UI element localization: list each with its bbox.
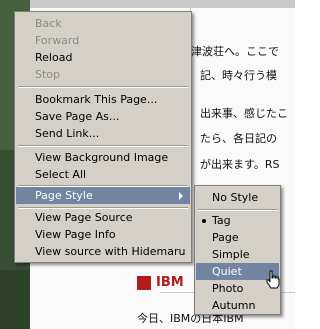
menu-item-page-style-label: Page Style bbox=[35, 189, 93, 202]
submenu-arrow-icon bbox=[179, 192, 183, 200]
submenu-item-page[interactable]: Page bbox=[196, 229, 279, 246]
ibm-heading-text: IBM bbox=[156, 275, 184, 290]
menu-item-view-page-source[interactable]: View Page Source bbox=[16, 209, 190, 226]
menu-item-view-page-info[interactable]: View Page Info bbox=[16, 226, 190, 243]
menu-item-forward[interactable]: Forward bbox=[16, 32, 190, 49]
background-shade bbox=[0, 270, 30, 329]
page-text-line: 津波荘へ。ここで bbox=[191, 45, 279, 58]
page-text-line: たら、各日記の bbox=[200, 132, 277, 145]
page-text-line: 記、時々行う模 bbox=[200, 69, 277, 82]
menu-item-stop[interactable]: Stop bbox=[16, 66, 190, 83]
hand-cursor-icon bbox=[266, 270, 280, 289]
page-top-bar bbox=[30, 0, 295, 8]
ibm-heading: IBM bbox=[137, 275, 184, 290]
page-text-line: が出来ます。RS bbox=[200, 158, 280, 171]
context-menu: Back Forward Reload Stop Bookmark This P… bbox=[14, 11, 192, 263]
submenu-item-tag[interactable]: Tag bbox=[196, 212, 279, 229]
red-square-icon bbox=[137, 275, 151, 290]
submenu-item-no-style[interactable]: No Style bbox=[196, 189, 279, 206]
page-style-submenu: No Style Tag Page Simple Quiet Photo Aut… bbox=[194, 185, 281, 315]
menu-item-back[interactable]: Back bbox=[16, 15, 190, 32]
menu-item-view-source-hidemaru[interactable]: View source with Hidemaru bbox=[16, 243, 190, 260]
submenu-separator bbox=[198, 209, 277, 211]
page-text-line: 出来事、感じたこ bbox=[200, 107, 288, 120]
menu-item-view-background-image[interactable]: View Background Image bbox=[16, 149, 190, 166]
menu-item-save-page-as[interactable]: Save Page As... bbox=[16, 108, 190, 125]
submenu-item-tag-label: Tag bbox=[212, 214, 231, 227]
menu-item-page-style[interactable]: Page Style bbox=[16, 187, 190, 204]
submenu-item-autumn[interactable]: Autumn bbox=[196, 297, 279, 314]
menu-item-reload[interactable]: Reload bbox=[16, 49, 190, 66]
menu-item-bookmark-page[interactable]: Bookmark This Page... bbox=[16, 91, 190, 108]
radio-bullet-icon bbox=[202, 219, 206, 223]
submenu-item-simple[interactable]: Simple bbox=[196, 246, 279, 263]
menu-separator bbox=[18, 86, 188, 88]
menu-item-send-link[interactable]: Send Link... bbox=[16, 125, 190, 142]
menu-separator bbox=[18, 145, 188, 147]
menu-item-select-all[interactable]: Select All bbox=[16, 166, 190, 183]
